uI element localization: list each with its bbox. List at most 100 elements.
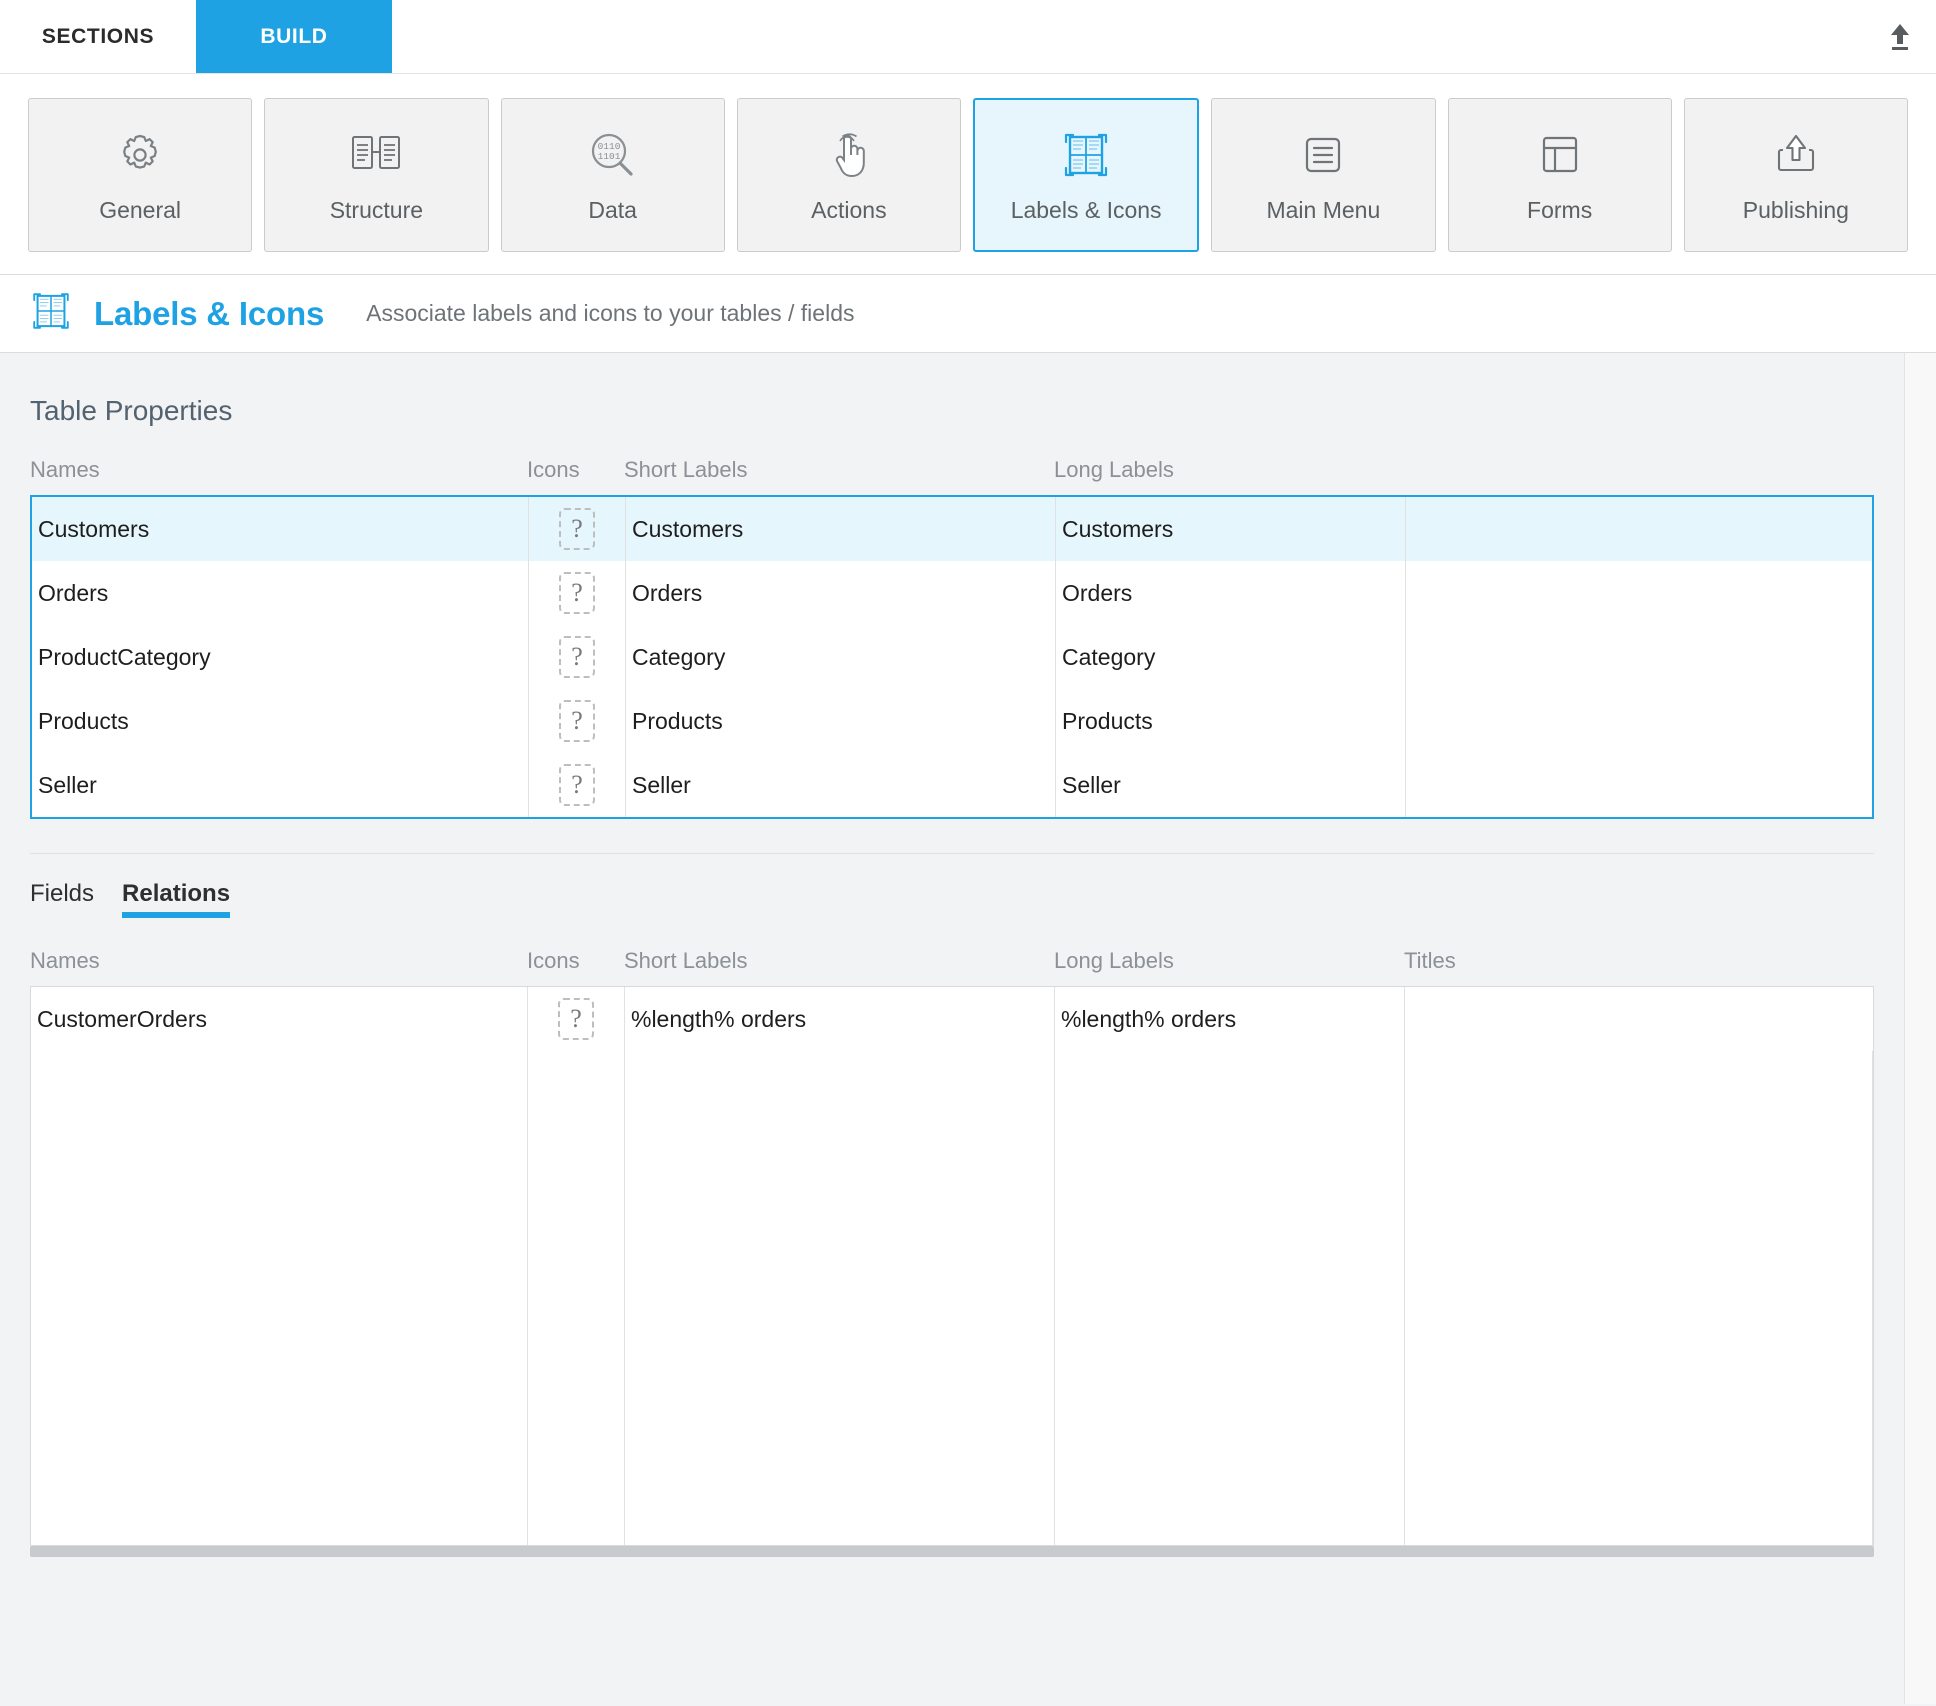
cell-long-label[interactable]: Category [1056, 625, 1406, 689]
section-button-label: Main Menu [1266, 196, 1381, 223]
cell-name[interactable]: CustomerOrders [31, 987, 528, 1051]
table-row[interactable]: Products ? Products Products [32, 689, 1872, 753]
table-properties-heading: Table Properties [30, 395, 233, 426]
section-button-label: General [99, 196, 182, 223]
cell-long-label[interactable]: Customers [1056, 497, 1406, 561]
tab-fields[interactable]: Fields [30, 880, 94, 918]
svg-text:1101: 1101 [597, 151, 620, 162]
cell-title[interactable] [1406, 689, 1872, 753]
cell-name[interactable]: Customers [32, 497, 529, 561]
cell-title[interactable] [1406, 625, 1872, 689]
section-button-label: Forms [1527, 196, 1593, 223]
cell-title[interactable] [1406, 497, 1872, 561]
section-button-main-menu[interactable]: Main Menu [1211, 98, 1436, 252]
column-header-short-labels: Short Labels [624, 457, 748, 482]
column-header-blank [1404, 457, 1874, 483]
icon-placeholder-icon[interactable]: ? [559, 764, 595, 806]
table-properties-column-headers: Names Icons Short Labels Long Labels [30, 427, 1874, 495]
binary-magnifier-icon: 0110 1101 [587, 127, 639, 183]
table-row[interactable]: CustomerOrders ? %length% orders %length… [31, 987, 1873, 1051]
icon-placeholder-icon[interactable]: ? [558, 998, 594, 1040]
layout-panel-icon [1536, 127, 1584, 183]
empty-column-names [31, 1051, 528, 1545]
top-tab-build[interactable]: BUILD [196, 0, 392, 73]
section-button-data[interactable]: 0110 1101 Data [500, 98, 725, 252]
cell-name[interactable]: Products [32, 689, 529, 753]
cell-short-label[interactable]: Products [626, 689, 1056, 753]
section-button-bar: General Structure 0110 1101 Data Actions… [0, 74, 1936, 275]
column-header-names: Names [30, 948, 100, 973]
empty-column-long [1055, 1051, 1405, 1545]
tab-relations[interactable]: Relations [122, 880, 231, 918]
cell-icon[interactable]: ? [529, 625, 626, 689]
top-tab-bar: SECTIONS BUILD [0, 0, 1936, 74]
section-button-label: Structure [329, 196, 424, 223]
section-button-label: Labels & Icons [1010, 196, 1162, 223]
section-button-label: Data [588, 196, 637, 223]
cell-name[interactable]: ProductCategory [32, 625, 529, 689]
upload-button[interactable] [1864, 0, 1936, 73]
cell-short-label[interactable]: %length% orders [625, 987, 1055, 1051]
table-row[interactable]: Seller ? Seller Seller [32, 753, 1872, 817]
relations-grid-empty-area [31, 1051, 1873, 1545]
content-inner: Table Properties Names Icons Short Label… [0, 353, 1905, 1704]
cell-name[interactable]: Orders [32, 561, 529, 625]
main-content: Table Properties Names Icons Short Label… [0, 353, 1936, 1704]
empty-column-icons [528, 1051, 625, 1545]
icon-placeholder-icon[interactable]: ? [559, 636, 595, 678]
vertical-scrollbar[interactable] [1905, 353, 1936, 1704]
hamburger-box-icon [1298, 127, 1348, 183]
relations-column-headers: Names Icons Short Labels Long Labels Tit… [30, 918, 1874, 986]
column-header-names: Names [30, 457, 100, 482]
sub-tab-bar: Fields Relations [30, 853, 1874, 918]
cell-long-label[interactable]: %length% orders [1055, 987, 1405, 1051]
section-button-structure[interactable]: Structure [264, 98, 489, 252]
relations-grid[interactable]: CustomerOrders ? %length% orders %length… [30, 986, 1874, 1546]
table-row[interactable]: Customers ? Customers Customers [32, 497, 1872, 561]
cell-icon[interactable]: ? [528, 987, 625, 1051]
table-properties-grid[interactable]: Customers ? Customers Customers Orders ?… [30, 495, 1874, 819]
empty-column-short [625, 1051, 1055, 1545]
cell-icon[interactable]: ? [529, 753, 626, 817]
cell-short-label[interactable]: Customers [626, 497, 1056, 561]
icon-placeholder-icon[interactable]: ? [559, 700, 595, 742]
column-header-titles: Titles [1404, 948, 1456, 973]
cell-short-label[interactable]: Category [626, 625, 1056, 689]
upload-box-icon [1771, 127, 1821, 183]
horizontal-scrollbar[interactable] [30, 1546, 1874, 1557]
cell-name[interactable]: Seller [32, 753, 529, 817]
top-tab-sections[interactable]: SECTIONS [0, 0, 196, 73]
cell-icon[interactable]: ? [529, 689, 626, 753]
section-button-publishing[interactable]: Publishing [1683, 98, 1908, 252]
labels-grid-icon [30, 290, 72, 337]
gear-icon [115, 127, 165, 183]
column-header-icons: Icons [527, 948, 580, 973]
upload-icon [1891, 23, 1909, 50]
section-button-general[interactable]: General [28, 98, 253, 252]
section-button-label: Publishing [1742, 196, 1849, 223]
table-row[interactable]: ProductCategory ? Category Category [32, 625, 1872, 689]
linked-documents-icon [349, 127, 403, 183]
cell-title[interactable] [1406, 753, 1872, 817]
cell-long-label[interactable]: Products [1056, 689, 1406, 753]
page-subtitle: Associate labels and icons to your table… [366, 300, 855, 326]
tap-hand-icon [826, 127, 872, 183]
cell-long-label[interactable]: Seller [1056, 753, 1406, 817]
icon-placeholder-icon[interactable]: ? [559, 508, 595, 550]
cell-short-label[interactable]: Seller [626, 753, 1056, 817]
cell-long-label[interactable]: Orders [1056, 561, 1406, 625]
cell-title[interactable] [1406, 561, 1872, 625]
section-button-labels-and-icons[interactable]: Labels & Icons [973, 98, 1200, 252]
topbar-spacer [392, 0, 1864, 73]
cell-short-label[interactable]: Orders [626, 561, 1056, 625]
section-button-forms[interactable]: Forms [1447, 98, 1672, 252]
cell-icon[interactable]: ? [529, 561, 626, 625]
table-row[interactable]: Orders ? Orders Orders [32, 561, 1872, 625]
labels-grid-icon [1061, 127, 1111, 183]
cell-title[interactable] [1405, 987, 1873, 1051]
section-button-actions[interactable]: Actions [736, 98, 961, 252]
column-header-short-labels: Short Labels [624, 948, 748, 973]
icon-placeholder-icon[interactable]: ? [559, 572, 595, 614]
cell-icon[interactable]: ? [529, 497, 626, 561]
page-title: Labels & Icons [94, 294, 325, 332]
